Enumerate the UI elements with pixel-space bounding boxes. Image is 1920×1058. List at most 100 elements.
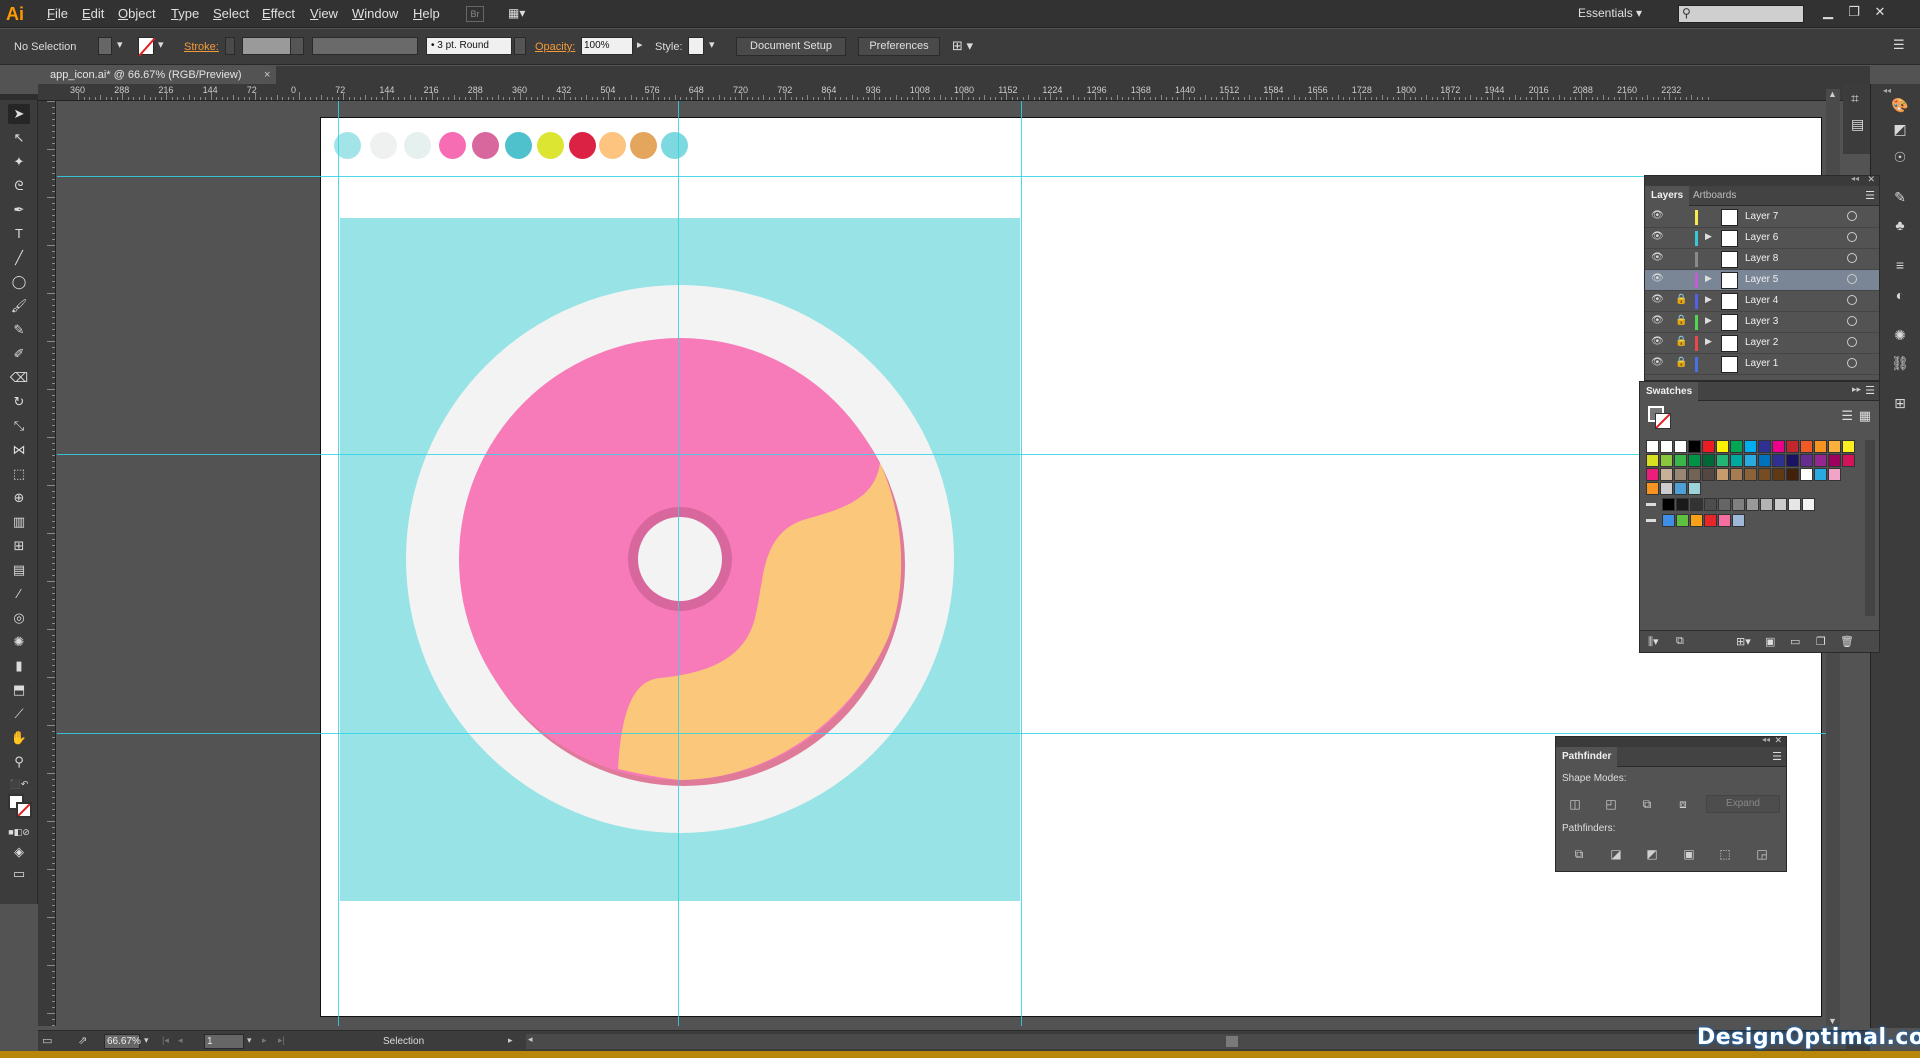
menu-file[interactable]: File [47,6,68,21]
unite-icon[interactable]: ◫ [1564,795,1586,813]
brush-dropdown[interactable] [514,37,526,55]
swatch[interactable] [1828,440,1841,453]
palette-color-dot[interactable] [569,132,596,159]
align-options-icon[interactable]: ⊞ ▾ [952,38,973,54]
workspace-switcher[interactable]: Essentials ▾ [1578,6,1642,20]
width-tool-icon[interactable]: ⋈ [8,440,30,460]
layer-name[interactable]: Layer 3 [1745,316,1778,327]
target-circle-icon[interactable] [1847,253,1857,263]
screen-mode-icon[interactable]: ▭ [8,864,30,884]
layer-row[interactable]: 👁 Layer 8 [1645,249,1879,270]
artboard-tool-icon[interactable]: ⬒ [8,680,30,700]
visibility-eye-icon[interactable]: 👁 [1651,210,1665,221]
swatch[interactable] [1800,440,1813,453]
menu-select[interactable]: Select [213,6,249,21]
close-panel-icon[interactable]: ✕ [1867,174,1875,185]
status-menu-icon[interactable]: ▸ [508,1035,513,1046]
scroll-up-icon[interactable]: ▲ [1828,89,1837,99]
zoom-input[interactable]: 66.67% [104,1034,141,1049]
swatch[interactable] [1730,440,1743,453]
target-circle-icon[interactable] [1847,295,1857,305]
stroke-color-icon[interactable] [16,802,32,818]
swatch[interactable] [1814,440,1827,453]
layer-row[interactable]: 👁 ▶ Layer 5 [1645,270,1879,291]
swatch[interactable] [1674,468,1687,481]
vertical-guide[interactable] [338,101,339,1026]
target-circle-icon[interactable] [1847,211,1857,221]
document-setup-button[interactable]: Document Setup [736,37,846,56]
swatch[interactable] [1660,454,1673,467]
swatch[interactable] [1646,454,1659,467]
zoom-dropdown-icon[interactable]: ▾ [144,1035,149,1046]
visibility-eye-icon[interactable]: 👁 [1651,252,1665,263]
preferences-button[interactable]: Preferences [858,37,940,56]
target-circle-icon[interactable] [1847,316,1857,326]
exclude-icon[interactable]: ⧈ [1672,795,1694,813]
stroke-panel-icon[interactable]: ≡ [1888,254,1912,276]
blend-tool-icon[interactable]: ◎ [8,608,30,628]
stroke-weight-dropdown[interactable] [290,37,304,55]
panel-title-bar[interactable]: ◂◂ ✕ [1645,174,1879,186]
swatch[interactable] [1704,514,1717,527]
close-window-icon[interactable]: ✕ [1869,3,1891,21]
trim-icon[interactable]: ◪ [1605,845,1627,863]
opacity-label[interactable]: Opacity: [535,41,575,53]
swatch[interactable] [1772,468,1785,481]
palette-color-dot[interactable] [661,132,688,159]
swatch[interactable] [1660,440,1673,453]
color-guide-icon[interactable]: ◩ [1888,118,1912,140]
vertical-guide[interactable] [678,101,679,1026]
selection-tool-icon[interactable]: ➤ [8,104,30,124]
expand-triangle-icon[interactable]: ▶ [1705,294,1712,305]
swatch[interactable] [1800,454,1813,467]
visibility-eye-icon[interactable]: 👁 [1651,357,1665,368]
swatch[interactable] [1702,468,1715,481]
align-panel-icon[interactable]: ▤ [1851,116,1864,133]
swatch[interactable] [1744,468,1757,481]
swatch[interactable] [1660,468,1673,481]
swatch[interactable] [1746,498,1759,511]
swatch[interactable] [1662,498,1675,511]
swatch[interactable] [1690,498,1703,511]
graphic-styles-icon[interactable]: ✺ [1888,324,1912,346]
swatch[interactable] [1828,454,1841,467]
swatch[interactable] [1702,440,1715,453]
shape-builder-tool-icon[interactable]: ⊕ [8,488,30,508]
ellipse-tool-icon[interactable]: ◯ [8,272,30,292]
layer-name[interactable]: Layer 2 [1745,337,1778,348]
crop-icon[interactable]: ▣ [1678,845,1700,863]
symbol-sprayer-tool-icon[interactable]: ✺ [8,632,30,652]
swatch[interactable] [1702,454,1715,467]
vertical-ruler[interactable] [38,101,56,1026]
collapse-icon[interactable]: ◂◂ [1851,174,1859,183]
swatch[interactable] [1772,440,1785,453]
tab-swatches[interactable]: Swatches [1640,382,1699,402]
direct-selection-tool-icon[interactable]: ↖ [8,128,30,148]
folder-icon[interactable]: ▭ [1790,635,1800,648]
swatch[interactable] [1674,440,1687,453]
swatch[interactable] [1676,514,1689,527]
fill-dropdown-icon[interactable]: ▾ [117,38,123,51]
artboards-icon[interactable]: ⊞ [1888,392,1912,414]
swatch[interactable] [1786,454,1799,467]
perspective-grid-tool-icon[interactable]: ▥ [8,512,30,532]
scroll-left-icon[interactable]: ◂ [528,1034,533,1045]
lock-icon[interactable]: 🔒 [1675,315,1687,326]
canvas-area[interactable] [57,101,1870,1026]
palette-color-dot[interactable] [370,132,397,159]
swatch[interactable] [1718,498,1731,511]
swatch[interactable] [1758,440,1771,453]
swatch[interactable] [1688,468,1701,481]
lock-icon[interactable]: 🔒 [1675,357,1687,368]
swatch[interactable] [1788,498,1801,511]
palette-color-dot[interactable] [404,132,431,159]
outline-icon[interactable]: ⬚ [1714,845,1736,863]
swatch[interactable] [1716,440,1729,453]
swatch[interactable] [1732,498,1745,511]
palette-color-dot[interactable] [439,132,466,159]
links-icon[interactable]: ⛓ [1888,352,1912,374]
layer-name[interactable]: Layer 1 [1745,358,1778,369]
swatch[interactable] [1786,440,1799,453]
previous-artboard-icon[interactable]: ◂ [178,1035,183,1046]
panel-menu-icon[interactable]: ☰ [1893,37,1905,53]
